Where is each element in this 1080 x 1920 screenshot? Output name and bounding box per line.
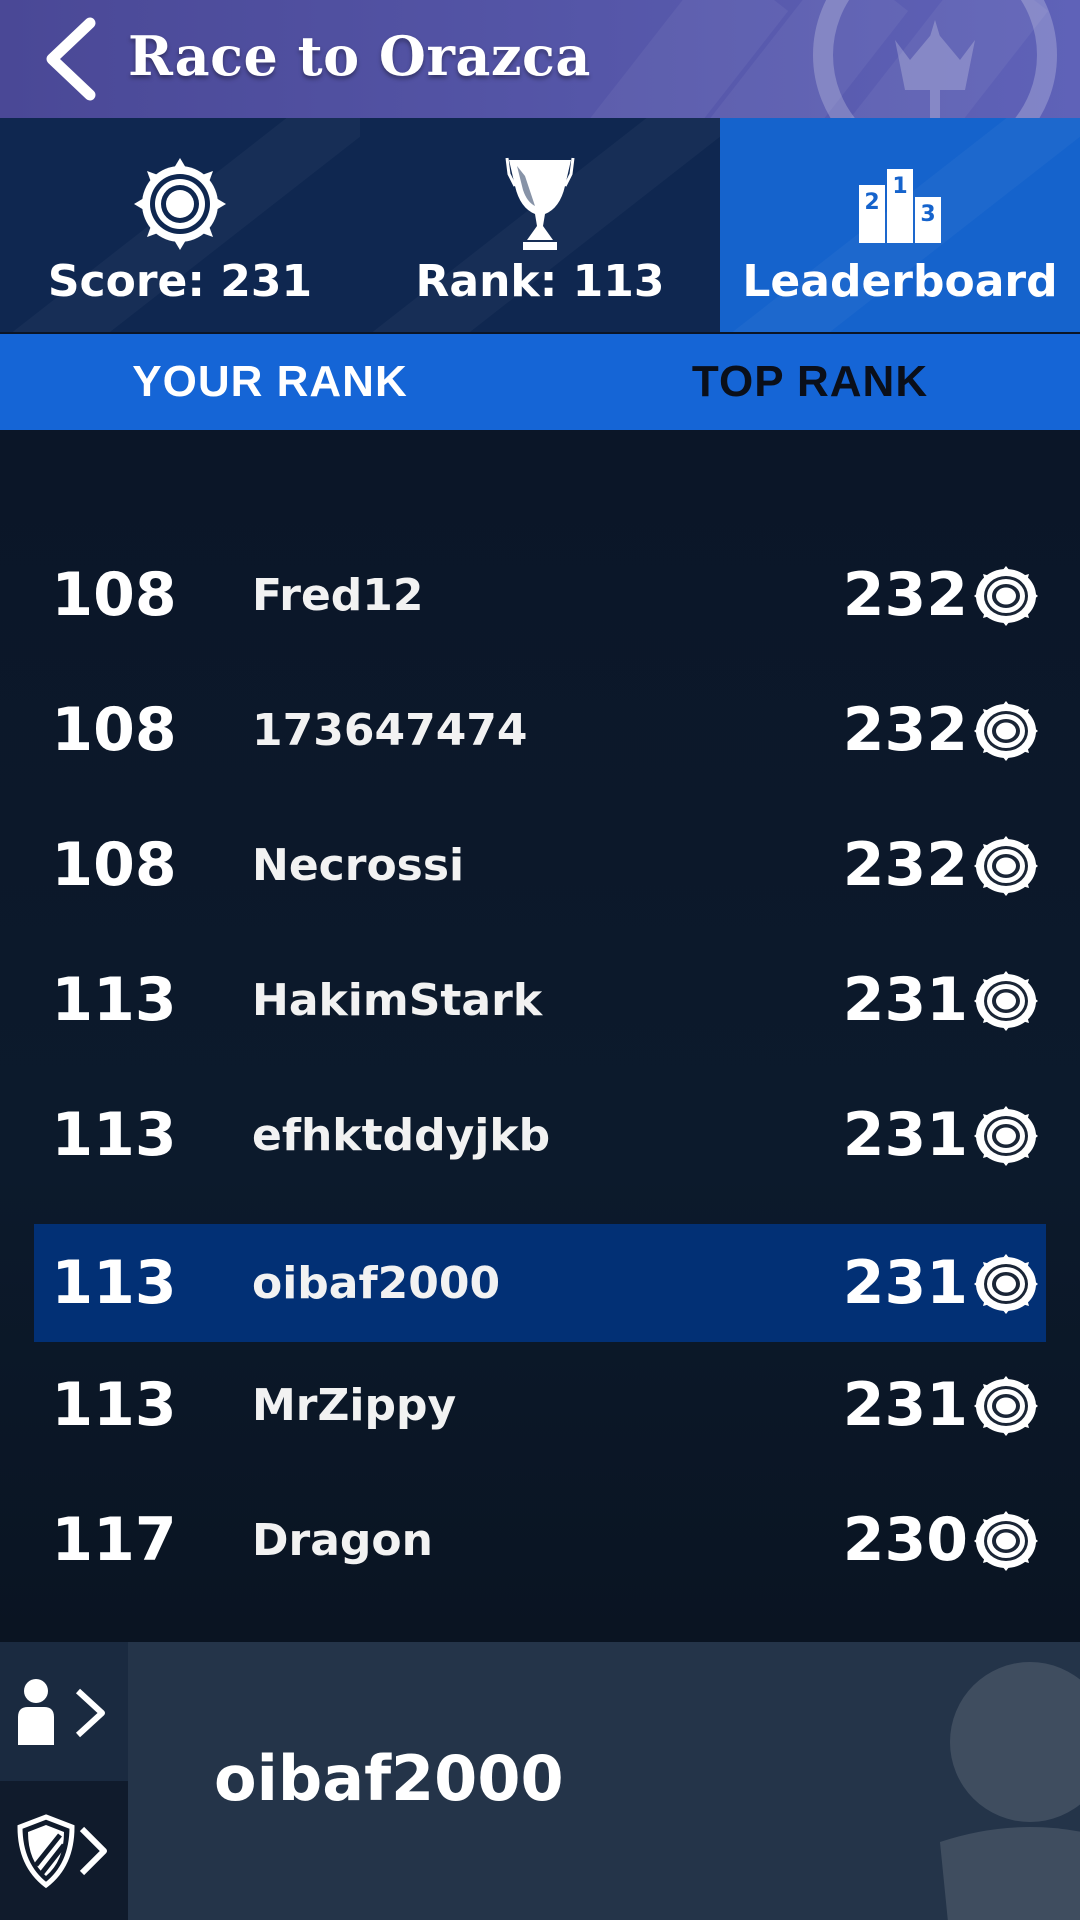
trophy-icon (505, 157, 575, 250)
svg-text:1: 1 (892, 174, 907, 199)
row-player-name: Fred12 (252, 569, 424, 621)
tab-top-rank[interactable]: TOP RANK (540, 334, 1080, 430)
medallion-icon (974, 1254, 1038, 1314)
leaderboard-row[interactable]: 113 efhktddyjkb 231 (34, 1076, 1046, 1194)
score-stat: Score: 231 (0, 118, 360, 332)
bottom-bar: oibaf2000 (0, 1642, 1080, 1920)
row-player-name: efhktddyjkb (252, 1109, 551, 1161)
leaderboard-row-current-player[interactable]: 113 oibaf2000 231 (34, 1224, 1046, 1342)
leaderboard-button[interactable]: 2 1 3 Leaderboard (720, 118, 1080, 332)
row-rank: 113 (51, 1248, 177, 1318)
chevron-left-icon (46, 17, 96, 101)
shield-chevron-icon (17, 1813, 107, 1888)
medallion-icon (134, 158, 226, 250)
medallion-icon (974, 1106, 1038, 1166)
row-rank: 113 (51, 1370, 177, 1440)
decorative-avatar-icon (940, 1662, 1080, 1920)
leaderboard-row[interactable]: 117 Dragon 230 (34, 1481, 1046, 1599)
medallion-icon (974, 566, 1038, 626)
leaderboard-label: Leaderboard (742, 256, 1058, 307)
row-player-name: MrZippy (252, 1379, 457, 1431)
row-score: 231 (842, 1100, 968, 1170)
rank-tabs: YOUR RANK TOP RANK (0, 334, 1080, 430)
row-score: 232 (842, 695, 968, 765)
leaderboard-row[interactable]: 108 Necrossi 232 (34, 806, 1046, 924)
row-score: 232 (842, 560, 968, 630)
row-player-name: Dragon (252, 1514, 433, 1566)
person-chevron-icon (18, 1678, 105, 1745)
svg-text:2: 2 (864, 190, 879, 215)
row-rank: 113 (51, 1100, 177, 1170)
row-player-name: oibaf2000 (252, 1257, 501, 1309)
guild-emblem-icon (813, 0, 1057, 118)
medallion-icon (974, 971, 1038, 1031)
leaderboard-row[interactable]: 113 MrZippy 231 (34, 1346, 1046, 1464)
leaderboard-list: 108 Fred12 232 108 173647474 232 108 Nec… (0, 430, 1080, 1642)
row-score: 231 (842, 965, 968, 1035)
medallion-icon (974, 836, 1038, 896)
tab-your-rank[interactable]: YOUR RANK (0, 334, 540, 430)
rank-stat: Rank: 113 (360, 118, 720, 332)
row-score: 231 (842, 1248, 968, 1318)
medallion-icon (974, 701, 1038, 761)
medallion-icon (974, 1376, 1038, 1436)
profile-button[interactable] (0, 1642, 128, 1781)
row-rank: 108 (51, 560, 177, 630)
stats-row: Score: 231 Rank: 113 2 1 3 Leaderboard (0, 118, 1080, 332)
guild-button[interactable] (0, 1781, 128, 1920)
current-username: oibaf2000 (214, 1742, 564, 1815)
svg-text:3: 3 (920, 202, 935, 227)
leaderboard-row[interactable]: 113 HakimStark 231 (34, 941, 1046, 1059)
row-player-name: Necrossi (252, 839, 465, 891)
medallion-icon (974, 1511, 1038, 1571)
row-score: 230 (842, 1505, 968, 1575)
row-rank: 117 (51, 1505, 177, 1575)
row-rank: 108 (51, 830, 177, 900)
score-label: Score: 231 (47, 256, 313, 307)
row-rank: 108 (51, 695, 177, 765)
podium-icon: 2 1 3 (859, 169, 941, 243)
row-rank: 113 (51, 965, 177, 1035)
row-player-name: 173647474 (252, 704, 528, 756)
back-button[interactable] (30, 14, 110, 104)
page-title: Race to Orazca (128, 24, 591, 88)
row-score: 231 (842, 1370, 968, 1440)
row-player-name: HakimStark (252, 974, 543, 1026)
header-bar: Race to Orazca (0, 0, 1080, 118)
rank-label: Rank: 113 (415, 256, 665, 307)
row-score: 232 (842, 830, 968, 900)
leaderboard-row[interactable]: 108 173647474 232 (34, 671, 1046, 789)
leaderboard-row[interactable]: 108 Fred12 232 (34, 536, 1046, 654)
